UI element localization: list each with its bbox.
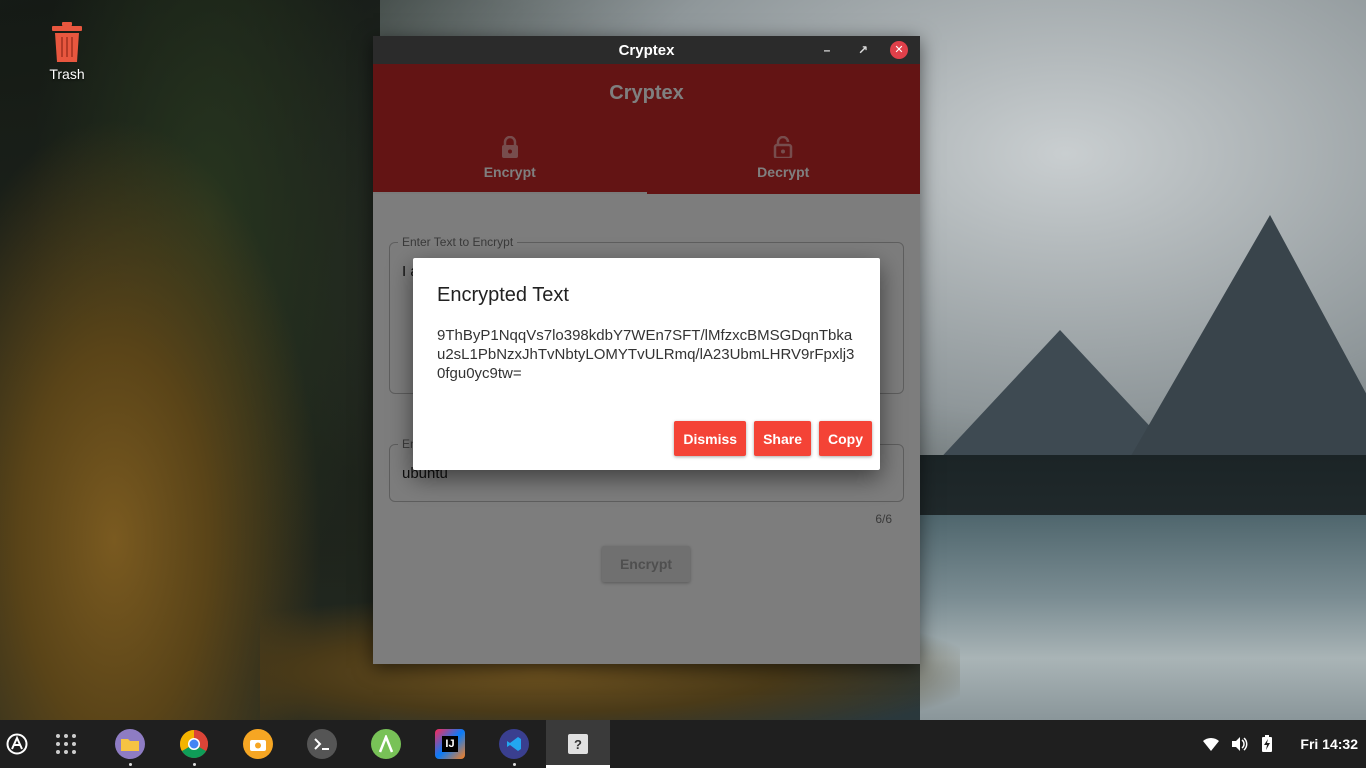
dialog-actions: Dismiss Share Copy bbox=[674, 421, 872, 456]
cryptex-icon: ? bbox=[568, 734, 588, 754]
android-studio-launcher[interactable] bbox=[354, 720, 418, 768]
running-indicator bbox=[129, 763, 132, 766]
cryptex-badge: ? bbox=[574, 736, 582, 752]
vscode-icon bbox=[499, 729, 529, 759]
wallpaper-lake bbox=[920, 515, 1366, 720]
desktop-trash[interactable]: Trash bbox=[38, 22, 96, 82]
files-icon bbox=[115, 729, 145, 759]
chrome-icon bbox=[180, 730, 208, 758]
maximize-icon[interactable]: ↗ bbox=[854, 41, 872, 59]
trash-label: Trash bbox=[49, 66, 85, 82]
activities-icon bbox=[6, 733, 28, 755]
wallpaper-foliage bbox=[0, 0, 380, 720]
running-indicator bbox=[193, 763, 196, 766]
cryptex-taskbar-button[interactable]: ? bbox=[546, 720, 610, 768]
volume-icon[interactable] bbox=[1230, 735, 1248, 753]
app-grid-icon bbox=[56, 734, 76, 754]
system-tray: Fri 14:32 bbox=[1202, 720, 1358, 768]
chrome-launcher[interactable] bbox=[162, 720, 226, 768]
window-titlebar[interactable]: Cryptex – ↗ ✕ bbox=[373, 36, 920, 64]
wallpaper-mountain bbox=[920, 330, 1200, 480]
encrypted-text: 9ThByP1NqqVs7lo398kdbY7WEn7SFT/lMfzxcBMS… bbox=[437, 327, 855, 382]
minimize-icon[interactable]: – bbox=[818, 41, 836, 59]
wallpaper-mountain bbox=[1120, 215, 1366, 475]
terminal-icon bbox=[307, 729, 337, 759]
window-controls: – ↗ ✕ bbox=[818, 41, 908, 59]
dialog-title: Encrypted Text bbox=[437, 284, 569, 306]
intellij-launcher[interactable]: IJ bbox=[418, 720, 482, 768]
window-title: Cryptex bbox=[618, 41, 675, 59]
clock[interactable]: Fri 14:32 bbox=[1300, 736, 1358, 752]
screenshot-launcher[interactable] bbox=[226, 720, 290, 768]
screenshot-icon bbox=[243, 729, 273, 759]
terminal-launcher[interactable] bbox=[290, 720, 354, 768]
taskbar: IJ ? Fri 14:32 bbox=[0, 720, 1366, 768]
running-indicator bbox=[513, 763, 516, 766]
copy-button[interactable]: Copy bbox=[819, 421, 872, 456]
files-launcher[interactable] bbox=[98, 720, 162, 768]
battery-charging-icon[interactable] bbox=[1258, 735, 1276, 753]
encrypted-text-dialog: Encrypted Text 9ThByP1NqqVs7lo398kdbY7WE… bbox=[413, 258, 880, 470]
vscode-launcher[interactable] bbox=[482, 720, 546, 768]
wallpaper-treeline bbox=[920, 455, 1366, 515]
intellij-badge: IJ bbox=[442, 736, 458, 752]
android-studio-icon bbox=[371, 729, 401, 759]
activities-button[interactable] bbox=[0, 720, 34, 768]
app-grid-button[interactable] bbox=[34, 720, 98, 768]
intellij-icon: IJ bbox=[435, 729, 465, 759]
dismiss-button[interactable]: Dismiss bbox=[674, 421, 747, 456]
share-button[interactable]: Share bbox=[754, 421, 811, 456]
wifi-icon[interactable] bbox=[1202, 735, 1220, 753]
close-icon[interactable]: ✕ bbox=[890, 41, 908, 59]
trash-icon bbox=[52, 22, 82, 62]
